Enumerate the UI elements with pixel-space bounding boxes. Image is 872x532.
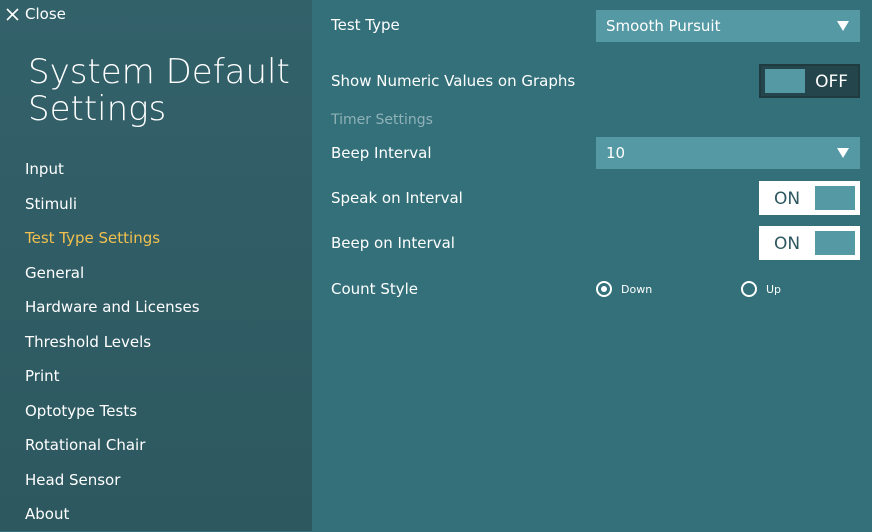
count-style-down-label: Down [621, 282, 653, 296]
test-type-label: Test Type [331, 16, 400, 34]
toggle-knob [815, 186, 855, 210]
sidebar-item-head-sensor[interactable]: Head Sensor [0, 463, 312, 498]
close-label: Close [25, 5, 66, 23]
sidebar-item-input[interactable]: Input [0, 152, 312, 187]
count-style-up-radio[interactable]: Up [741, 281, 781, 297]
sidebar-nav: Input Stimuli Test Type Settings General… [0, 152, 312, 532]
beep-interval-dropdown[interactable]: 10 [596, 137, 860, 169]
radio-checked-icon [596, 281, 612, 297]
sidebar-item-test-type-settings[interactable]: Test Type Settings [0, 221, 312, 256]
beep-interval-value: 10 [606, 144, 626, 162]
close-icon [6, 7, 19, 21]
speak-on-interval-toggle[interactable]: ON [759, 181, 860, 215]
beep-interval-label: Beep Interval [331, 144, 432, 162]
sidebar-item-hardware-and-licenses[interactable]: Hardware and Licenses [0, 290, 312, 325]
toggle-state: ON [774, 234, 801, 254]
speak-on-interval-label: Speak on Interval [331, 189, 463, 207]
timer-settings-header: Timer Settings [331, 112, 433, 128]
radio-unchecked-icon [741, 281, 757, 297]
sidebar: Close System Default Settings Input Stim… [0, 0, 312, 531]
beep-on-interval-toggle[interactable]: ON [759, 226, 860, 260]
sidebar-item-optotype-tests[interactable]: Optotype Tests [0, 394, 312, 429]
toggle-knob [815, 231, 855, 255]
toggle-state: ON [774, 189, 801, 209]
sidebar-item-threshold-levels[interactable]: Threshold Levels [0, 325, 312, 360]
show-numeric-values-label: Show Numeric Values on Graphs [331, 72, 576, 90]
test-type-dropdown[interactable]: Smooth Pursuit [596, 10, 860, 42]
page-title-line2: Settings [28, 89, 167, 129]
sidebar-item-about[interactable]: About [0, 497, 312, 532]
count-style-up-label: Up [766, 282, 782, 296]
settings-panel: Test Type Smooth Pursuit Show Numeric Va… [312, 0, 872, 531]
sidebar-item-rotational-chair[interactable]: Rotational Chair [0, 428, 312, 463]
toggle-knob [765, 69, 805, 93]
toggle-state: OFF [815, 72, 848, 92]
sidebar-item-stimuli[interactable]: Stimuli [0, 187, 312, 222]
chevron-down-icon [837, 148, 849, 158]
count-style-down-radio[interactable]: Down [596, 281, 652, 297]
close-button[interactable]: Close [6, 3, 66, 25]
sidebar-item-general[interactable]: General [0, 256, 312, 291]
test-type-value: Smooth Pursuit [606, 17, 721, 35]
chevron-down-icon [837, 21, 849, 31]
count-style-label: Count Style [331, 280, 418, 298]
page-title-line1: System Default [28, 52, 290, 92]
beep-on-interval-label: Beep on Interval [331, 234, 455, 252]
show-numeric-values-toggle[interactable]: OFF [759, 64, 860, 98]
sidebar-item-print[interactable]: Print [0, 359, 312, 394]
page-title: System Default Settings [28, 54, 308, 128]
